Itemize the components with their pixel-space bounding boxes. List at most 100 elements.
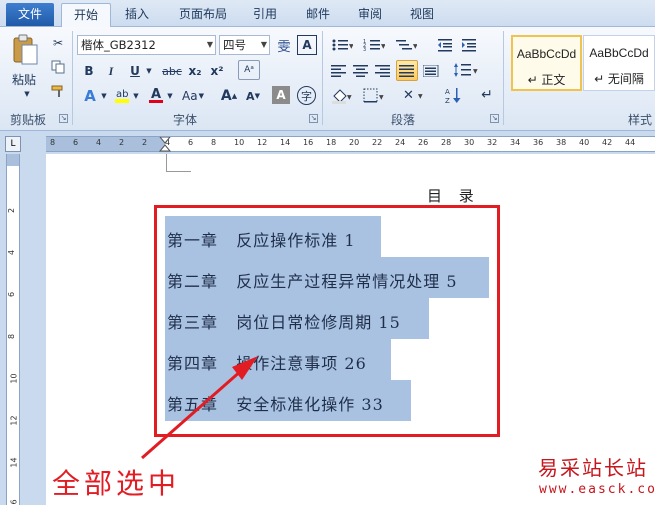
phonetic-guide-icon[interactable]: 雯	[274, 35, 294, 55]
ruler-number: 38	[556, 138, 567, 147]
tab-insert[interactable]: 插入	[115, 3, 159, 27]
tab-references[interactable]: 引用	[243, 3, 287, 27]
ruler-number: 12	[257, 138, 268, 147]
file-tab[interactable]: 文件	[6, 3, 54, 26]
increase-indent-icon[interactable]	[460, 37, 478, 53]
character-border-icon[interactable]: A	[297, 35, 317, 55]
ruler-number: 28	[441, 138, 452, 147]
distributed-icon[interactable]	[422, 63, 440, 79]
tab-mailings[interactable]: 邮件	[296, 3, 340, 27]
tab-page-layout[interactable]: 页面布局	[170, 3, 236, 27]
svg-text:▼: ▼	[418, 93, 423, 100]
group-divider	[503, 31, 504, 125]
ruler-number: 8	[211, 138, 217, 147]
character-shading-icon[interactable]: A	[272, 86, 290, 104]
font-color-icon[interactable]: A	[146, 85, 166, 105]
ruler-number: 2	[7, 207, 17, 214]
underline-dropdown-icon[interactable]: ▼	[145, 62, 153, 80]
svg-text:▼: ▼	[413, 43, 417, 50]
paste-dropdown-icon[interactable]: ▼	[22, 89, 32, 99]
tab-selector[interactable]: L	[5, 136, 21, 152]
font-launcher-icon[interactable]: ↘	[309, 114, 318, 123]
paste-icon[interactable]	[10, 33, 40, 67]
underline-button[interactable]: U	[126, 62, 144, 80]
ruler-number: 6	[73, 138, 79, 147]
bullets-icon[interactable]: ▼	[330, 37, 354, 53]
text-effects-icon[interactable]: A	[80, 87, 100, 105]
enclose-characters-icon[interactable]: 字	[297, 86, 316, 105]
svg-text:3: 3	[363, 47, 366, 52]
ruler-number: 12	[9, 415, 19, 426]
align-center-icon[interactable]	[352, 63, 370, 79]
superscript-button[interactable]: x²	[208, 62, 226, 80]
font-color-dropdown-icon[interactable]: ▼	[166, 87, 174, 105]
ruler-number: 2	[119, 138, 125, 147]
align-right-icon[interactable]	[374, 63, 392, 79]
annotation-label: 全部选中	[52, 467, 181, 500]
svg-text:A: A	[151, 87, 161, 102]
multilevel-list-icon[interactable]: ▼	[394, 37, 418, 53]
ruler-number: 24	[395, 138, 406, 147]
clipboard-group-label: 剪贴板	[9, 113, 46, 127]
font-group-label: 字体	[172, 113, 197, 127]
clipboard-launcher-icon[interactable]: ↘	[59, 114, 68, 123]
strikethrough-button[interactable]: abc	[160, 62, 184, 80]
ruler-number: 44	[625, 138, 636, 147]
ruler-number: 16	[9, 499, 19, 505]
ruler-number: 42	[602, 138, 613, 147]
svg-text:▼: ▼	[473, 68, 478, 75]
style-normal[interactable]: AaBbCcDd ↵ 正文	[511, 35, 582, 91]
grow-font-icon[interactable]: A ▲	[220, 87, 238, 105]
chinese-layout-icon[interactable]: ✕ ▼	[402, 85, 426, 105]
ruler-number: 20	[349, 138, 360, 147]
decrease-indent-icon[interactable]	[436, 37, 454, 53]
ruler-number: 18	[326, 138, 337, 147]
ruler-number: 6	[7, 291, 17, 298]
document-page[interactable]: 目 录 第一章 反应操作标准 1 第二章 反应生产过程异常情况处理 5 第三章 …	[46, 154, 655, 505]
ruler-number: 2	[142, 138, 148, 147]
ruler-number: 14	[9, 457, 19, 468]
show-formatting-marks-icon[interactable]: ↵	[478, 85, 496, 105]
highlight-dropdown-icon[interactable]: ▼	[132, 87, 140, 105]
align-left-icon[interactable]	[330, 63, 348, 79]
sort-icon[interactable]: AZ	[444, 85, 464, 105]
font-size-select[interactable]: 四号 ▼	[219, 35, 270, 55]
indent-marker-icon[interactable]	[159, 137, 171, 152]
shrink-font-icon[interactable]: A ▼	[244, 87, 262, 105]
shading-icon[interactable]: ▼	[330, 87, 354, 105]
tab-review[interactable]: 审阅	[348, 3, 392, 27]
ruler-number: 30	[464, 138, 475, 147]
horizontal-ruler[interactable]: 8 6 4 2 2 4 6 8 10 12 14 16 18 20 22 24 26 28 30 32 34 36 38 40…	[46, 136, 655, 152]
bold-button[interactable]: B	[80, 62, 98, 80]
line-spacing-icon[interactable]: ▼	[452, 61, 480, 79]
font-name-select[interactable]: 楷体_GB2312 ▼	[77, 35, 216, 55]
ruler-number: 6	[188, 138, 194, 147]
justify-icon[interactable]	[396, 60, 418, 81]
italic-button[interactable]: I	[102, 62, 120, 80]
group-divider	[322, 31, 323, 125]
vertical-ruler[interactable]: 2 4 6 8 10 12 14 16	[6, 154, 20, 505]
ribbon-tab-bar: 文件 开始 插入 页面布局 引用 邮件 审阅 视图	[0, 0, 655, 27]
ruler-number: 36	[533, 138, 544, 147]
numbering-icon[interactable]: 1 2 3 ▼	[362, 37, 386, 53]
tab-home[interactable]: 开始	[61, 3, 111, 27]
watermark-url: www.easck.com	[539, 482, 655, 497]
text-effects-dropdown-icon[interactable]: ▼	[100, 87, 108, 105]
watermark-logo: 易采站长站	[538, 456, 648, 480]
highlight-icon[interactable]: ab	[112, 85, 132, 105]
ruler-number: 22	[372, 138, 383, 147]
format-painter-icon[interactable]	[50, 83, 66, 99]
clear-formatting-icon[interactable]: Aᵃ	[238, 60, 260, 80]
change-case-button[interactable]: Aa ▼	[180, 87, 206, 105]
borders-icon[interactable]: ▼	[362, 87, 386, 105]
style-no-spacing[interactable]: AaBbCcDd ↵ 无间隔	[583, 35, 655, 91]
ruler-number: 10	[9, 373, 19, 384]
ruler-number: 32	[487, 138, 498, 147]
paragraph-launcher-icon[interactable]: ↘	[490, 114, 499, 123]
subscript-button[interactable]: x₂	[186, 62, 204, 80]
copy-icon[interactable]	[50, 59, 66, 75]
tab-view[interactable]: 视图	[400, 3, 444, 27]
svg-text:▼: ▼	[381, 43, 385, 50]
paste-label[interactable]: 粘贴	[12, 71, 36, 88]
cut-icon[interactable]: ✂	[50, 35, 66, 51]
